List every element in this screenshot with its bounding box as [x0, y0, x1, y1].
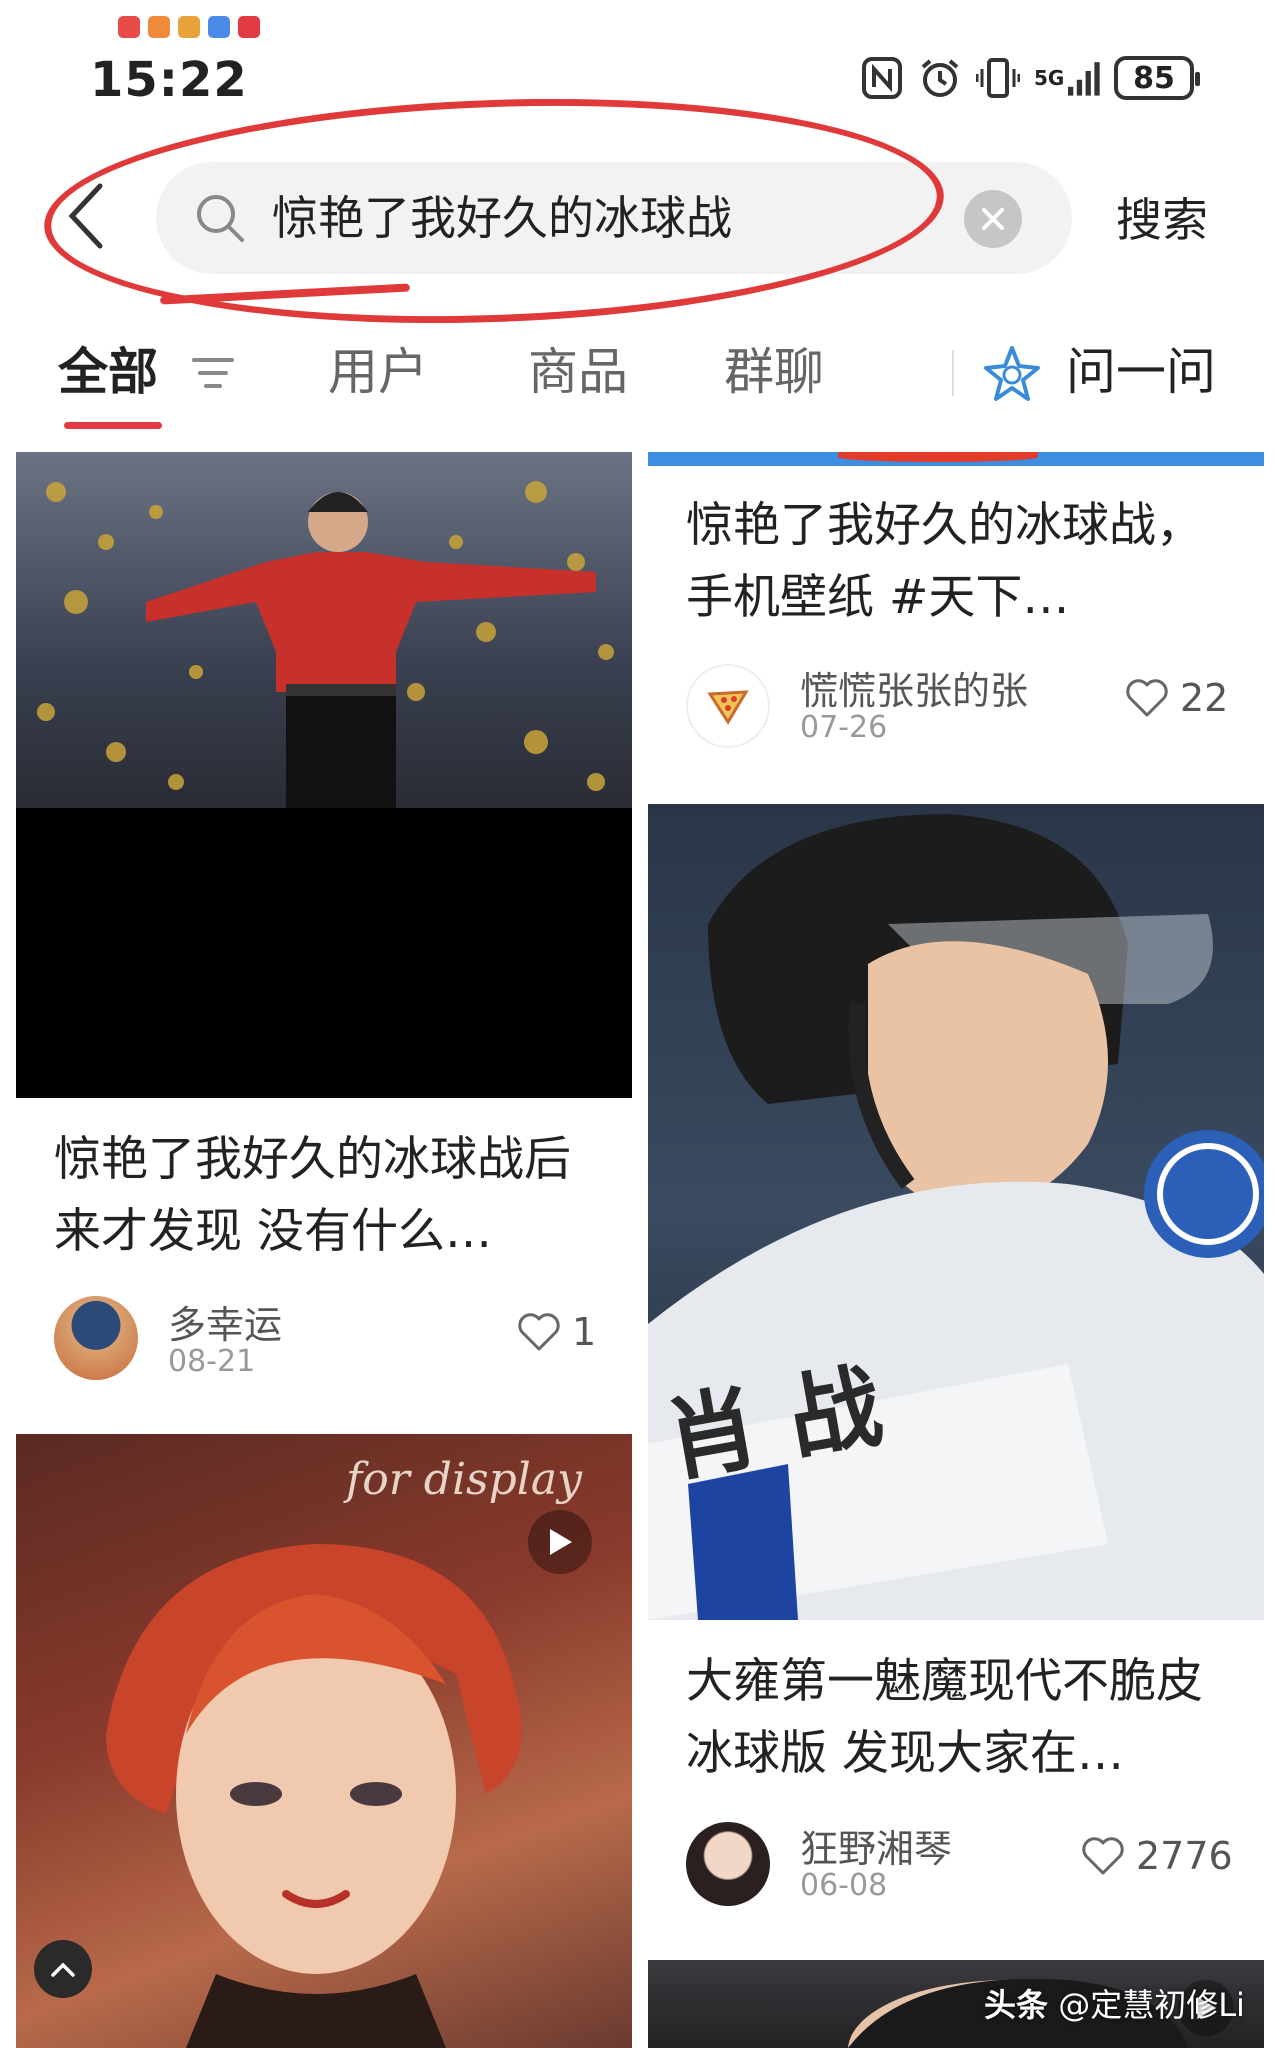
feed-card[interactable]: 惊艳了我好久的冰球战后来才发现 没有什么… 多幸运 08-21 1	[16, 452, 632, 1392]
image-overlay-text: for display	[343, 1454, 583, 1505]
close-icon	[982, 208, 1004, 230]
post-title: 惊艳了我好久的冰球战，手机壁纸 #天下…	[686, 498, 1203, 625]
vibrate-icon	[976, 56, 1020, 100]
post-image-blank	[16, 808, 632, 1098]
watermark-brand: 头条	[984, 1986, 1049, 2024]
app-notification-icon	[148, 16, 170, 38]
avatar[interactable]	[54, 1296, 138, 1380]
post-date: 06-08	[800, 1868, 888, 1903]
tab-products[interactable]: 商品	[528, 342, 628, 402]
ask-ai-button[interactable]: 问一问	[1066, 342, 1216, 402]
notification-icons	[118, 16, 260, 38]
like-count: 1	[572, 1310, 597, 1354]
alarm-icon	[918, 56, 962, 100]
nfc-icon	[860, 56, 904, 100]
heart-icon	[1126, 679, 1168, 717]
post-image	[648, 452, 1264, 466]
like-button[interactable]: 1	[516, 1310, 596, 1354]
post-image: 肖 战	[648, 804, 1264, 1620]
watermark-handle: @定慧初修Li	[1058, 1986, 1245, 2024]
chevron-up-icon	[51, 1962, 75, 1977]
scroll-to-top-button[interactable]	[34, 1940, 92, 1998]
weibo-notification-icon	[178, 16, 200, 38]
heart-icon	[518, 1313, 560, 1351]
video-play-button[interactable]	[528, 1510, 592, 1574]
feed-card[interactable]: 肖 战 大雍第一魅魔现代不脆皮冰球版 发现大家在… 狂野湘琴 06-08 277…	[648, 804, 1264, 1922]
search-submit-button[interactable]: 搜索	[1116, 184, 1208, 250]
watermark: 头条 @定慧初修Li	[984, 1980, 1245, 2026]
heart-icon	[1082, 1837, 1124, 1875]
signal-icon: 5G	[1034, 56, 1100, 100]
network-type-label: 5G	[1034, 66, 1065, 90]
feed-card[interactable]: 惊艳了我好久的冰球战，手机壁纸 #天下… 慌慌张张的张 07-26 22	[648, 452, 1264, 764]
like-button[interactable]: 22	[1124, 676, 1228, 720]
post-date: 07-26	[800, 710, 888, 745]
post-date: 08-21	[168, 1344, 256, 1379]
like-count: 2776	[1136, 1834, 1233, 1878]
tab-divider	[952, 350, 954, 396]
post-title: 惊艳了我好久的冰球战后来才发现 没有什么…	[54, 1132, 571, 1259]
avatar[interactable]	[686, 1822, 770, 1906]
post-title: 大雍第一魅魔现代不脆皮冰球版 发现大家在…	[686, 1654, 1203, 1781]
pizza-icon	[707, 690, 749, 725]
tab-group-chats[interactable]: 群聊	[724, 342, 824, 402]
status-indicators: 5G 85	[860, 56, 1200, 100]
author-name[interactable]: 狂野湘琴	[800, 1818, 952, 1873]
play-icon	[550, 1529, 572, 1555]
avatar[interactable]	[686, 664, 770, 748]
filter-icon[interactable]	[190, 350, 236, 396]
tab-all[interactable]: 全部	[58, 342, 158, 402]
feed-card[interactable]: for display	[16, 1434, 632, 2048]
clear-search-button[interactable]	[964, 190, 1022, 248]
like-count: 22	[1180, 676, 1229, 720]
star-assistant-icon[interactable]	[982, 344, 1042, 404]
tab-users[interactable]: 用户	[328, 342, 428, 402]
app-notification-icon	[208, 16, 230, 38]
author-name[interactable]: 慌慌张张的张	[800, 660, 1028, 715]
active-tab-indicator	[64, 422, 162, 429]
battery-indicator: 85	[1114, 56, 1200, 100]
like-button[interactable]: 2776	[1080, 1834, 1233, 1878]
post-image	[16, 452, 632, 808]
app-notification-icon	[238, 16, 260, 38]
app-notification-icon	[118, 16, 140, 38]
status-time: 15:22	[90, 52, 248, 108]
author-name[interactable]: 多幸运	[168, 1294, 282, 1349]
